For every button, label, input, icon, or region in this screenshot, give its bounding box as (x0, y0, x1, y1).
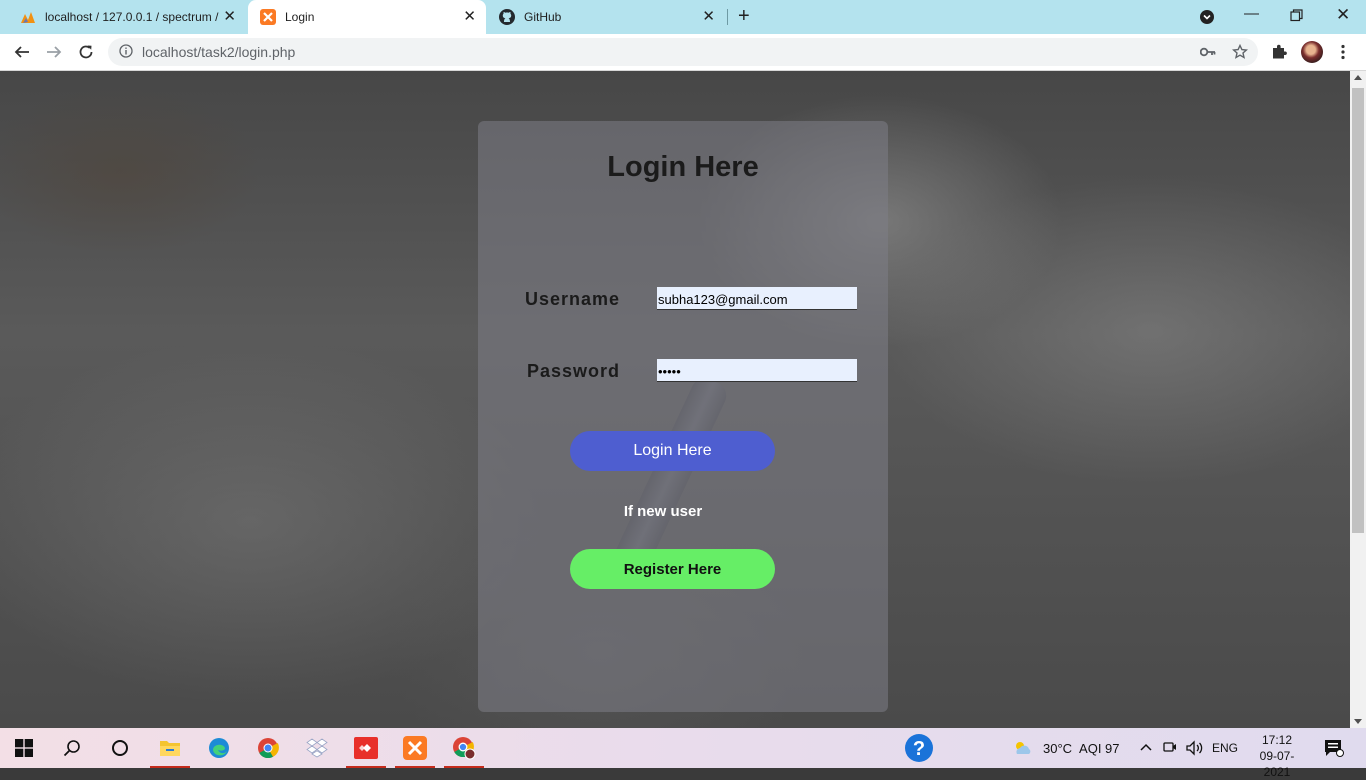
tab-github[interactable]: GitHub ✕ (487, 0, 725, 34)
close-tab-icon[interactable]: ✕ (702, 9, 715, 24)
anydesk-icon (354, 737, 378, 759)
new-user-text: If new user (623, 503, 703, 520)
weather-cloud-icon (1016, 742, 1031, 754)
dropbox-icon (306, 738, 328, 758)
help-icon[interactable]: ? (904, 733, 934, 763)
reload-icon[interactable] (75, 41, 97, 63)
taskbar-chrome[interactable] (244, 728, 292, 768)
svg-text:?: ? (913, 738, 925, 760)
close-tab-icon[interactable]: ✕ (223, 9, 236, 24)
taskbar-chrome-profile[interactable] (440, 728, 488, 768)
taskbar-dropbox[interactable] (293, 728, 341, 768)
site-info-icon[interactable] (119, 44, 133, 58)
windows-logo-icon (15, 739, 33, 757)
folder-icon (160, 741, 180, 756)
tab-title: localhost / 127.0.0.1 / spectrum / (45, 10, 219, 24)
weather-widget[interactable]: 30°C AQI 97 (1012, 728, 1120, 768)
key-icon[interactable] (1200, 46, 1216, 58)
tab-login[interactable]: Login ✕ (248, 0, 486, 34)
start-button[interactable] (0, 728, 48, 768)
air-quality-index: AQI 97 (1079, 740, 1120, 756)
page-scrollbar[interactable] (1350, 71, 1366, 728)
close-tab-icon[interactable]: ✕ (463, 9, 476, 24)
tab-strip: localhost / 127.0.0.1 / spectrum / ✕ Log… (0, 0, 1366, 34)
clock-time: 17:12 (1261, 733, 1293, 747)
taskbar-file-explorer[interactable] (146, 728, 194, 768)
login-button[interactable]: Login Here (570, 431, 775, 471)
chrome-icon (258, 738, 279, 759)
tab-phpmyadmin[interactable]: localhost / 127.0.0.1 / spectrum / ✕ (8, 0, 246, 34)
xampp-icon (260, 9, 276, 25)
tab-search-icon[interactable] (1199, 9, 1215, 25)
browser-toolbar: localhost/task2/login.php (0, 34, 1366, 71)
windows-taskbar: ? 30°C AQI 97 ENG 17:12 09-07-2021 (0, 728, 1366, 779)
weather-temperature: 30°C (1043, 740, 1073, 756)
taskbar-anydesk[interactable] (342, 728, 390, 768)
tab-title: Login (285, 10, 315, 24)
chevron-up-icon[interactable] (1140, 743, 1152, 751)
scroll-down-arrow-icon[interactable] (1354, 719, 1362, 724)
clock-date: 09-07-2021 (1259, 749, 1295, 779)
meet-now-icon[interactable] (1163, 740, 1177, 756)
github-icon (499, 9, 515, 25)
tab-title: GitHub (524, 10, 562, 24)
url-text: localhost/task2/login.php (142, 44, 296, 60)
back-icon[interactable] (11, 41, 33, 63)
tab-separator (727, 9, 728, 25)
bookmark-star-icon[interactable] (1232, 44, 1248, 60)
restore-icon[interactable] (1290, 9, 1303, 22)
input-language[interactable]: ENG (1212, 728, 1238, 768)
profile-avatar[interactable] (1301, 41, 1323, 63)
system-clock[interactable]: 17:12 09-07-2021 (1247, 732, 1307, 780)
username-label: Username (525, 289, 621, 309)
cortana-circle-icon (112, 740, 128, 756)
cortana-button[interactable] (96, 728, 144, 768)
volume-icon[interactable] (1186, 740, 1204, 756)
password-label: Password (527, 361, 621, 381)
search-button[interactable] (48, 728, 96, 768)
more-menu-icon[interactable] (1340, 44, 1346, 60)
taskbar-edge[interactable] (195, 728, 243, 768)
new-tab-icon[interactable]: + (738, 6, 750, 26)
xampp-icon (403, 736, 427, 760)
register-button[interactable]: Register Here (570, 549, 775, 589)
phpmyadmin-icon (21, 12, 35, 23)
close-window-icon[interactable]: ✕ (1336, 5, 1350, 25)
login-card: Login Here Username Password Login Here … (478, 121, 888, 712)
minimize-icon[interactable]: — (1244, 4, 1259, 24)
username-input[interactable] (657, 287, 857, 310)
password-input[interactable] (657, 359, 857, 382)
chrome-profile-icon (453, 737, 476, 760)
scroll-up-arrow-icon[interactable] (1354, 75, 1362, 80)
edge-icon (209, 738, 229, 758)
extensions-icon[interactable] (1271, 43, 1288, 60)
address-bar[interactable]: localhost/task2/login.php (108, 38, 1258, 66)
notifications-icon[interactable] (1324, 739, 1344, 757)
taskbar-xampp[interactable] (391, 728, 439, 768)
scrollbar-thumb[interactable] (1352, 88, 1364, 533)
page-background: Login Here Username Password Login Here … (0, 71, 1350, 728)
search-icon (63, 740, 80, 757)
forward-icon[interactable] (43, 41, 65, 63)
login-heading: Login Here (607, 151, 759, 183)
